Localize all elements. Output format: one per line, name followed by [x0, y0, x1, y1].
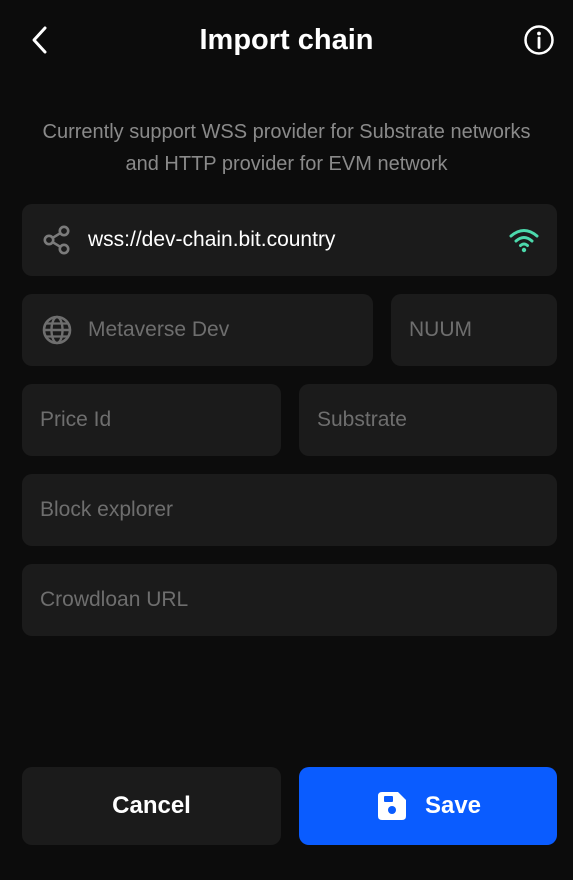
info-button[interactable] — [520, 22, 558, 58]
block-explorer-field[interactable]: Block explorer — [22, 474, 557, 546]
network-name-field[interactable]: Metaverse Dev — [22, 294, 373, 366]
crowdloan-url-field[interactable]: Crowdloan URL — [22, 564, 557, 636]
header: Import chain — [0, 0, 573, 82]
price-id-field[interactable]: Price Id — [22, 384, 281, 456]
save-icon — [375, 789, 409, 823]
network-name-placeholder: Metaverse Dev — [88, 318, 230, 341]
save-button-label: Save — [424, 792, 482, 819]
symbol-field[interactable]: NUUM — [391, 294, 557, 366]
price-id-placeholder: Price Id — [40, 408, 112, 431]
provider-url-field[interactable]: wss://dev-chain.bit.country — [22, 204, 557, 276]
chain-type-field[interactable]: Substrate — [299, 384, 557, 456]
save-button[interactable]: Save — [299, 767, 557, 845]
page-title: Import chain — [199, 24, 374, 56]
wifi-icon — [509, 229, 539, 253]
cancel-button-label: Cancel — [112, 792, 191, 819]
provider-support-note: Currently support WSS provider for Subst… — [42, 121, 531, 175]
cancel-button[interactable]: Cancel — [22, 767, 281, 845]
block-explorer-placeholder: Block explorer — [40, 498, 174, 521]
provider-url-value: wss://dev-chain.bit.country — [88, 228, 336, 251]
share-icon — [40, 223, 74, 257]
chain-type-placeholder: Substrate — [317, 408, 407, 431]
globe-icon — [40, 313, 74, 347]
import-chain-screen: Import chain Currently support WSS provi… — [0, 0, 573, 880]
symbol-placeholder: NUUM — [409, 318, 472, 341]
crowdloan-url-placeholder: Crowdloan URL — [40, 588, 189, 611]
info-icon — [524, 25, 554, 55]
